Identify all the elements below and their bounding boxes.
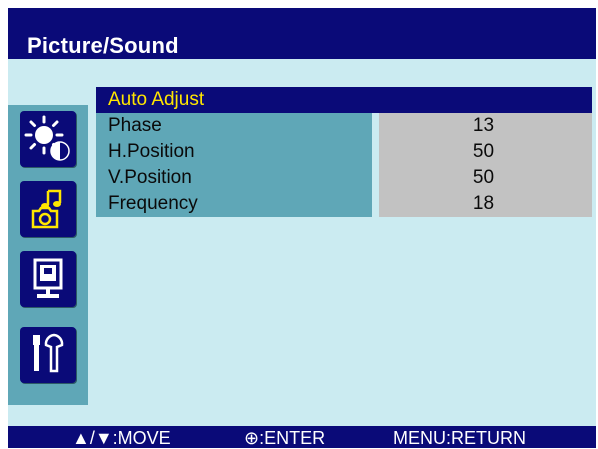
menu-item-v-position[interactable]: V.Position 50: [96, 165, 592, 191]
title-bar: Picture/Sound: [8, 8, 596, 59]
sidebar: [8, 105, 88, 405]
osd-window: Picture/Sound Auto Adjust Phase 13 H.Pos…: [8, 8, 596, 448]
return-hint: MENU:RETURN: [393, 428, 526, 448]
sidebar-item-sound-photo[interactable]: [20, 181, 76, 237]
brightness-contrast-icon: [24, 115, 70, 161]
menu-title: Picture/Sound: [27, 33, 179, 58]
menu-item-phase[interactable]: Phase 13: [96, 113, 592, 139]
menu-item-frequency[interactable]: Frequency 18: [96, 191, 592, 217]
menu-item-label: Auto Adjust: [108, 89, 205, 110]
move-hint: ▲/▼:MOVE: [72, 428, 171, 448]
menu-item-value: 50: [379, 165, 592, 191]
enter-hint: ⊕:ENTER: [244, 428, 326, 448]
menu-item-value: 50: [379, 139, 592, 165]
menu-item-value: 18: [379, 191, 592, 217]
menu-item-value: 13: [379, 113, 592, 139]
menu-item-h-position[interactable]: H.Position 50: [96, 139, 592, 165]
menu-item-label: V.Position: [96, 165, 372, 191]
sidebar-item-brightness[interactable]: [20, 111, 76, 167]
tools-icon: [33, 333, 64, 373]
menu-item-label: Phase: [96, 113, 372, 139]
menu-item-label: Frequency: [96, 191, 372, 217]
menu-item-label: H.Position: [96, 139, 372, 165]
sidebar-item-display[interactable]: [20, 251, 76, 307]
menu-item-auto-adjust[interactable]: Auto Adjust: [96, 87, 592, 113]
sidebar-item-tools[interactable]: [20, 327, 76, 383]
music-camera-icon: [31, 189, 62, 229]
menu-list: Auto Adjust Phase 13 H.Position 50 V.Pos…: [96, 87, 592, 217]
display-monitor-icon: [33, 258, 63, 298]
footer-hints: ▲/▼:MOVE ⊕:ENTER MENU:RETURN: [8, 426, 596, 448]
